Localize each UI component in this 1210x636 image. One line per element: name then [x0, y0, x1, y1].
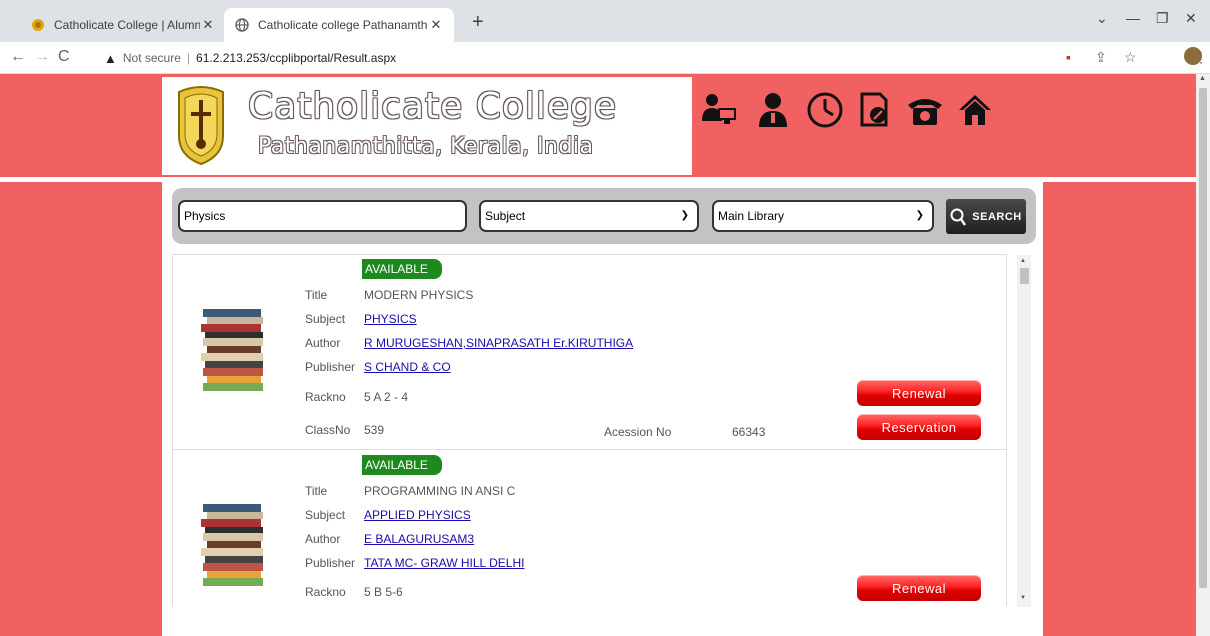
rackno-value: 5 A 2 - 4	[364, 390, 409, 404]
college-favicon-icon	[30, 17, 46, 33]
home-icon[interactable]	[956, 91, 994, 129]
tab-title: Catholicate College | Alumni	[54, 18, 200, 32]
rackno-label: Rackno	[305, 390, 346, 404]
restore-icon[interactable]: ❐	[1156, 10, 1169, 27]
accession-label: Acession No	[604, 425, 672, 439]
book-stack-icon	[201, 498, 265, 590]
chevron-down-icon: ❯	[680, 210, 689, 221]
share-icon[interactable]: ⇪	[1095, 49, 1107, 66]
title-label: Title	[305, 288, 328, 302]
search-input[interactable]	[178, 200, 467, 232]
user-icon[interactable]	[754, 91, 792, 129]
url-text[interactable]: 61.2.213.253/ccplibportal/Result.aspx	[196, 51, 396, 65]
classno-value: 539	[364, 423, 385, 437]
browser-tab-library[interactable]: Catholicate college Pathanamthit ✕	[224, 8, 454, 42]
library-select[interactable]: Main Library ❯	[712, 200, 934, 232]
address-bar: ← → C ▲ Not secure | 61.2.213.253/ccplib…	[0, 42, 1210, 74]
page-scrollbar-thumb[interactable]	[1199, 88, 1207, 588]
profile-avatar[interactable]	[1184, 47, 1202, 65]
extension-icon[interactable]: ▪	[1066, 49, 1071, 65]
library-value: Main Library	[718, 209, 785, 223]
subject-label: Subject	[305, 312, 346, 326]
publisher-link[interactable]: S CHAND & CO	[364, 360, 451, 374]
divider: |	[186, 51, 191, 65]
status-badge: AVAILABLE	[362, 259, 442, 279]
author-label: Author	[305, 336, 341, 350]
minimize-icon[interactable]: —	[1126, 10, 1140, 26]
renewal-button[interactable]: Renewal	[857, 380, 981, 406]
clock-icon[interactable]	[806, 91, 844, 129]
rackno-label: Rackno	[305, 585, 346, 599]
results-scrollbar-thumb[interactable]	[1020, 268, 1029, 284]
search-button-label: SEARCH	[972, 210, 1022, 223]
search-button[interactable]: SEARCH	[946, 199, 1026, 234]
close-icon[interactable]: ✕	[200, 17, 216, 33]
title-value: MODERN PHYSICS	[364, 288, 474, 302]
omnibox[interactable]: ▲ Not secure | 61.2.213.253/ccplibportal…	[104, 46, 1054, 70]
results-scrollbar[interactable]	[1017, 255, 1031, 607]
accession-value: 66343	[732, 425, 766, 439]
results-scroll-down-icon[interactable]: ▼	[1020, 595, 1026, 601]
college-crest-icon	[175, 84, 227, 166]
book-stack-icon	[201, 303, 265, 395]
search-field-value: Subject	[485, 209, 526, 223]
publisher-link[interactable]: TATA MC- GRAW HILL DELHI	[364, 556, 524, 570]
classno-label: ClassNo	[305, 423, 351, 437]
security-label: Not secure	[122, 51, 181, 65]
record-divider	[172, 449, 1007, 450]
publisher-label: Publisher	[305, 360, 356, 374]
window-close-icon[interactable]: ✕	[1185, 10, 1197, 27]
magnifier-icon	[950, 208, 967, 226]
chevron-down-icon: ❯	[915, 210, 924, 221]
author-label: Author	[305, 532, 341, 546]
author-link[interactable]: E BALAGURUSAM3	[364, 532, 474, 546]
reload-icon[interactable]: C	[58, 48, 70, 66]
tab-title: Catholicate college Pathanamthit	[258, 18, 428, 32]
status-badge: AVAILABLE	[362, 455, 442, 475]
back-icon[interactable]: ←	[10, 48, 26, 66]
bookmark-star-icon[interactable]: ☆	[1124, 49, 1137, 66]
results-bottom-mask	[172, 606, 1007, 636]
document-edit-icon[interactable]	[856, 91, 894, 129]
college-place: Pathanamthitta, Kerala, India	[258, 134, 594, 159]
subject-label: Subject	[305, 508, 346, 522]
subject-link[interactable]: APPLIED PHYSICS	[364, 508, 471, 522]
publisher-label: Publisher	[305, 556, 356, 570]
title-label: Title	[305, 484, 328, 498]
author-link[interactable]: R MURUGESHAN,SINAPRASATH Er.KIRUTHIGA	[364, 336, 633, 350]
title-value: PROGRAMMING IN ANSI C	[364, 484, 516, 498]
forward-icon[interactable]: →	[34, 48, 50, 66]
search-field-select[interactable]: Subject ❯	[479, 200, 699, 232]
warning-icon[interactable]: ▲	[104, 51, 117, 66]
browser-tab-strip: Catholicate College | Alumni ✕ Catholica…	[0, 0, 1210, 42]
college-name: Catholicate College	[248, 86, 618, 127]
close-icon[interactable]: ✕	[428, 17, 444, 33]
globe-icon	[234, 17, 250, 33]
telephone-icon[interactable]	[906, 91, 944, 129]
subject-link[interactable]: PHYSICS	[364, 312, 417, 326]
renewal-button[interactable]: Renewal	[857, 575, 981, 601]
browser-tab-alumni[interactable]: Catholicate College | Alumni ✕	[20, 8, 226, 42]
users-computer-icon[interactable]	[700, 91, 738, 129]
reservation-button[interactable]: Reservation	[857, 414, 981, 440]
results-scroll-up-icon[interactable]: ▲	[1020, 258, 1026, 264]
new-tab-icon[interactable]: +	[472, 12, 484, 32]
rackno-value: 5 B 5-6	[364, 585, 403, 599]
tab-search-icon[interactable]: ⌄	[1096, 10, 1108, 27]
scroll-up-icon[interactable]: ▲	[1199, 75, 1206, 82]
